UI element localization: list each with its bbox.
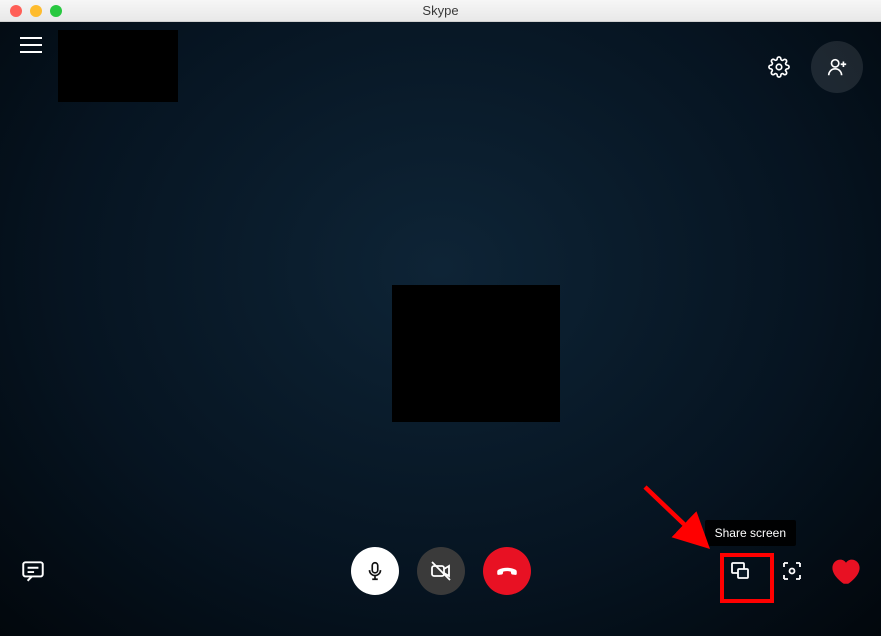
chat-icon[interactable] — [18, 556, 48, 586]
end-call-button[interactable] — [483, 547, 531, 595]
top-left-group — [18, 32, 178, 102]
add-person-icon[interactable] — [811, 41, 863, 93]
minimize-window-button[interactable] — [30, 5, 42, 17]
snapshot-icon[interactable] — [777, 556, 807, 586]
menu-icon[interactable] — [18, 32, 44, 58]
contact-name-redacted — [58, 30, 178, 102]
microphone-button[interactable] — [351, 547, 399, 595]
window-titlebar: Skype — [0, 0, 881, 22]
maximize-window-button[interactable] — [50, 5, 62, 17]
call-controls — [351, 547, 531, 595]
window-title: Skype — [422, 3, 458, 18]
video-feed-redacted — [392, 285, 560, 422]
call-view: Share screen — [0, 22, 881, 636]
share-screen-tooltip: Share screen — [705, 520, 796, 546]
video-off-button[interactable] — [417, 547, 465, 595]
right-controls — [725, 554, 863, 588]
share-screen-icon[interactable] — [725, 556, 755, 586]
settings-icon[interactable] — [765, 53, 793, 81]
close-window-button[interactable] — [10, 5, 22, 17]
top-bar — [0, 42, 881, 92]
top-right-group — [765, 41, 863, 93]
window-controls — [0, 5, 62, 17]
heart-icon[interactable] — [829, 554, 863, 588]
bottom-bar — [0, 544, 881, 598]
